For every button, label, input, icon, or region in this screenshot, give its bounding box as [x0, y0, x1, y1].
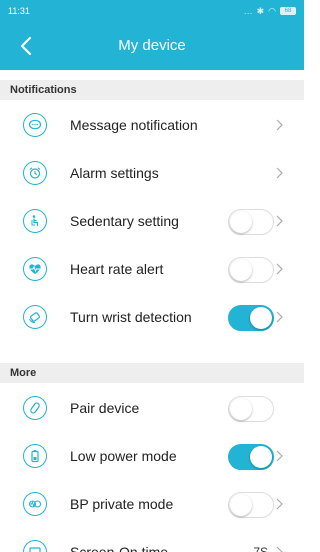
screen-icon [23, 540, 47, 552]
battery-icon [23, 444, 47, 468]
row-label: Low power mode [70, 448, 177, 464]
status-icons: … ✱ ◠ 68 [244, 6, 296, 17]
sedentary-toggle[interactable] [228, 209, 274, 235]
blood-pressure-icon [23, 492, 47, 516]
alarm-clock-icon [23, 161, 47, 185]
row-pair-device[interactable]: Pair device [0, 384, 304, 432]
message-icon [23, 113, 47, 137]
toggle-knob [230, 211, 252, 233]
row-turn-wrist-detection[interactable]: Turn wrist detection [0, 293, 304, 341]
status-time: 11:31 [8, 6, 30, 16]
chevron-right-icon [276, 311, 283, 323]
toggle-knob [250, 446, 272, 468]
low-power-toggle[interactable] [228, 444, 274, 470]
link-icon [23, 396, 47, 420]
chevron-right-icon [276, 167, 283, 179]
page-title: My device [118, 37, 186, 54]
wifi-icon: ◠ [268, 5, 276, 16]
bluetooth-icon: ✱ [256, 5, 265, 16]
turn-wrist-toggle[interactable] [228, 305, 274, 331]
row-heart-rate-alert[interactable]: Heart rate alert [0, 245, 304, 293]
row-label: Sedentary setting [70, 213, 179, 229]
section-spacer [0, 341, 304, 363]
row-label: Message notification [70, 117, 198, 133]
toggle-knob [230, 494, 252, 516]
row-label: BP private mode [70, 496, 174, 512]
bp-private-toggle[interactable] [228, 492, 274, 518]
toggle-knob [230, 398, 252, 420]
row-message-notification[interactable]: Message notification [0, 101, 304, 149]
app-header: My device [0, 22, 304, 70]
chevron-right-icon [276, 215, 283, 227]
row-alarm-settings[interactable]: Alarm settings [0, 149, 304, 197]
row-bp-private-mode[interactable]: BP private mode [0, 480, 304, 528]
toggle-knob [250, 307, 272, 329]
row-label: Heart rate alert [70, 261, 164, 277]
chevron-left-icon [20, 36, 32, 56]
row-screen-on-time[interactable]: Screen-On time 7S [0, 528, 304, 552]
chevron-right-icon [276, 546, 283, 552]
sedentary-icon [23, 209, 47, 233]
status-bar: 11:31 … ✱ ◠ 68 [0, 0, 304, 22]
battery-icon: 68 [280, 7, 296, 15]
back-button[interactable] [14, 34, 38, 58]
chevron-right-icon [276, 119, 283, 131]
row-label: Pair device [70, 400, 140, 416]
wrist-icon [23, 305, 47, 329]
heart-rate-icon [23, 257, 47, 281]
chevron-right-icon [276, 263, 283, 275]
pair-device-toggle[interactable] [228, 396, 274, 422]
section-header-more: More [0, 363, 304, 383]
section-header-notifications: Notifications [0, 80, 304, 100]
row-label: Screen-On time [70, 544, 169, 552]
heart-rate-alert-toggle[interactable] [228, 257, 274, 283]
row-label: Turn wrist detection [70, 309, 192, 325]
screen-on-time-value: 7S [253, 545, 268, 552]
row-low-power-mode[interactable]: Low power mode [0, 432, 304, 480]
chevron-right-icon [276, 498, 283, 510]
toggle-knob [230, 259, 252, 281]
chevron-right-icon [276, 450, 283, 462]
row-sedentary-setting[interactable]: Sedentary setting [0, 197, 304, 245]
row-label: Alarm settings [70, 165, 159, 181]
signal-icon: … [243, 6, 253, 16]
